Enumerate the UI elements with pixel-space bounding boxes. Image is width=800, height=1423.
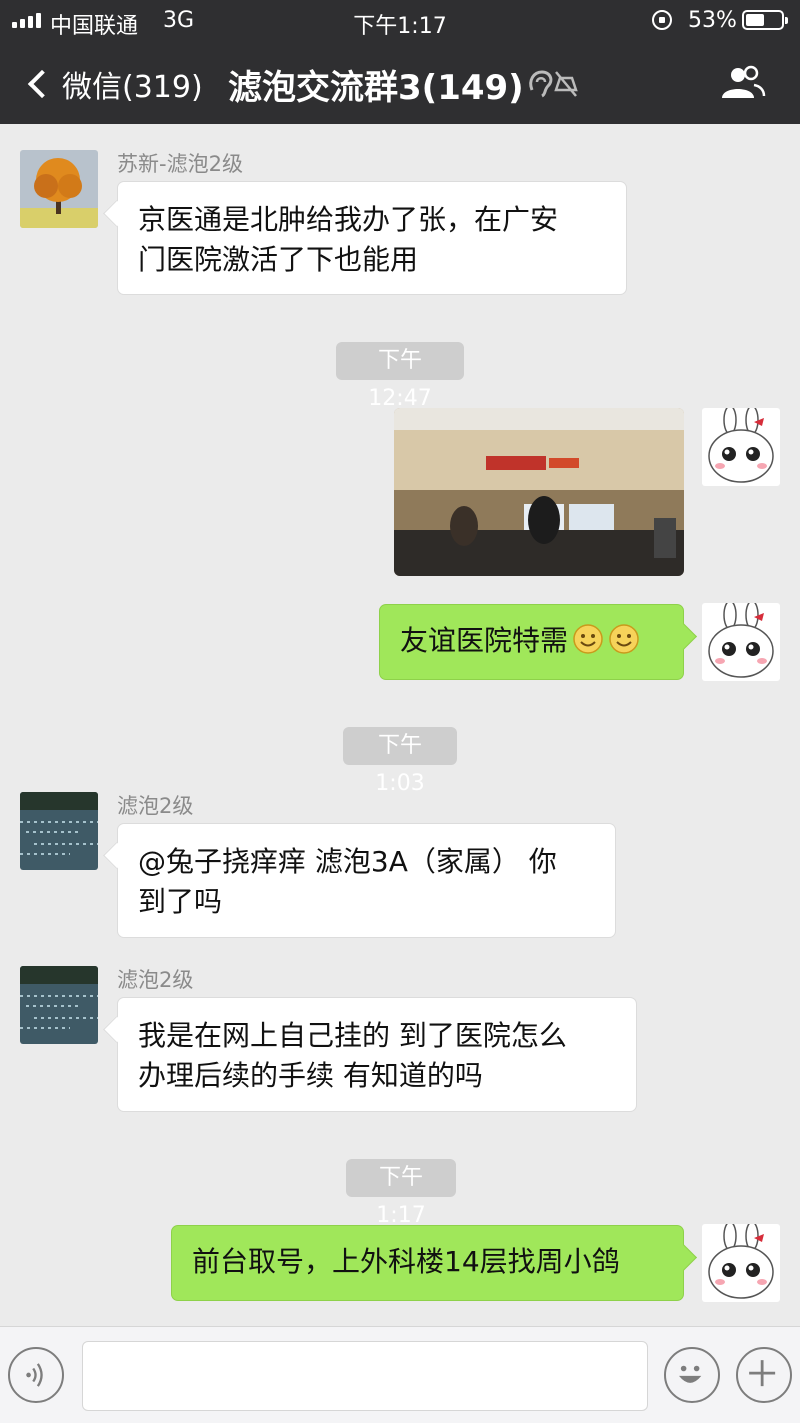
top-bar: 中国联通 3G 下午1:17 53% 微信(319) 滤泡交流群3(149) <box>0 0 800 124</box>
emoji-icon <box>679 1365 702 1383</box>
avatar-bunny[interactable] <box>702 603 780 681</box>
message-line: 办理后续的手续 有知道的吗 <box>138 1059 483 1092</box>
timestamp-chip: 下午1:03 <box>343 727 457 796</box>
voice-button[interactable] <box>8 1347 64 1403</box>
back-button[interactable]: 微信(319) <box>22 62 203 106</box>
chevron-left-icon <box>27 69 57 99</box>
sender-name: 滤泡2级 <box>117 794 194 818</box>
input-bar <box>0 1326 800 1423</box>
smile-emoji <box>573 624 603 654</box>
message-bubble[interactable]: @兔子挠痒痒 滤泡3A（家属） 你 到了吗 <box>117 823 616 938</box>
more-button[interactable] <box>736 1347 792 1403</box>
message-line: 我是在网上自己挂的 到了医院怎么 <box>138 1019 567 1052</box>
chat-list[interactable]: 苏新-滤泡2级 京医通是北肿给我办了张，在广安 门医院激活了下也能用 下午12:… <box>0 124 800 1326</box>
sender-name: 苏新-滤泡2级 <box>117 152 243 176</box>
message-line: 京医通是北肿给我办了张，在广安 <box>138 203 559 236</box>
chat-title: 滤泡交流群3(149) <box>228 68 524 108</box>
message-bubble[interactable]: 京医通是北肿给我办了张，在广安 门医院激活了下也能用 <box>117 181 627 295</box>
timestamp-chip: 下午1:17 <box>346 1159 456 1228</box>
message-line: 到了吗 <box>138 885 223 918</box>
message-bubble[interactable]: 我是在网上自己挂的 到了医院怎么 办理后续的手续 有知道的吗 <box>117 997 637 1112</box>
nav-bar: 微信(319) 滤泡交流群3(149) <box>0 42 800 124</box>
message-text: 友谊医院特需 <box>400 624 569 657</box>
message-bubble[interactable]: 前台取号，上外科楼14层找周小鸽 <box>171 1225 684 1301</box>
rotation-lock-icon <box>652 10 672 30</box>
status-time: 下午1:17 <box>353 14 447 39</box>
avatar-autumn-tree[interactable] <box>20 150 98 228</box>
message-line: 门医院激活了下也能用 <box>138 243 419 276</box>
message-input[interactable] <box>82 1341 648 1411</box>
group-members-icon[interactable] <box>720 64 766 102</box>
photo-message[interactable] <box>394 408 684 576</box>
emoji-button[interactable] <box>664 1347 720 1403</box>
voice-icon <box>26 1363 43 1387</box>
earpiece-muted-icon <box>529 70 578 98</box>
message-line: @兔子挠痒痒 滤泡3A（家属） 你 <box>138 845 557 878</box>
status-bar: 中国联通 3G 下午1:17 53% <box>0 0 800 42</box>
back-label: 微信(319) <box>62 70 203 105</box>
sender-name: 滤泡2级 <box>117 968 194 992</box>
plus-icon <box>749 1360 776 1387</box>
message-text: 前台取号，上外科楼14层找周小鸽 <box>192 1245 620 1278</box>
avatar-bunny[interactable] <box>702 408 780 486</box>
battery-percent: 53% <box>688 8 737 33</box>
timestamp-chip: 下午12:47 <box>336 342 464 411</box>
battery-icon <box>742 10 788 30</box>
avatar-bunny[interactable] <box>702 1224 780 1302</box>
smile-emoji <box>609 624 639 654</box>
avatar-lake[interactable] <box>20 966 98 1044</box>
avatar-lake[interactable] <box>20 792 98 870</box>
message-bubble[interactable]: 友谊医院特需 <box>379 604 684 680</box>
